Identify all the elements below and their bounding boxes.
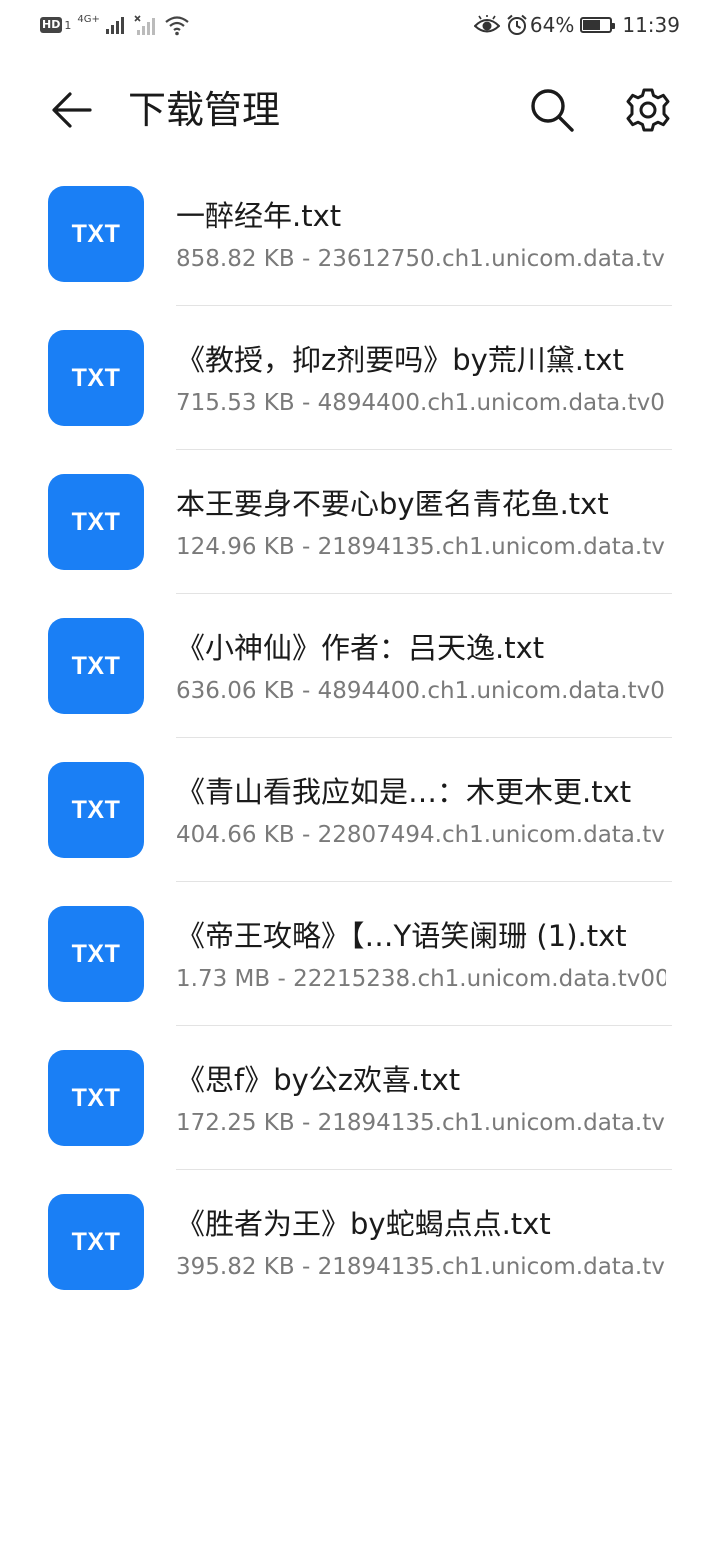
file-meta: 858.82 KB - 23612750.ch1.unicom.data.tv…	[176, 246, 666, 272]
txt-file-icon: TXT	[48, 906, 144, 1002]
file-meta: 172.25 KB - 21894135.ch1.unicom.data.tv0…	[176, 1110, 666, 1136]
sim-slot-label: 1	[64, 18, 72, 32]
file-meta: 715.53 KB - 4894400.ch1.unicom.data.tv0…	[176, 390, 666, 416]
gear-icon	[626, 88, 670, 132]
file-list-item[interactable]: TXT 《帝王攻略》【…Y语笑阑珊 (1).txt 1.73 MB - 2221…	[0, 882, 720, 1026]
signal-strength-icon	[105, 17, 124, 34]
download-list: TXT 一醉经年.txt 858.82 KB - 23612750.ch1.un…	[0, 162, 720, 1314]
search-icon	[531, 89, 574, 132]
app-bar: 下载管理	[0, 60, 720, 156]
txt-file-icon: TXT	[48, 474, 144, 570]
status-left: HD 1 4G+	[40, 12, 190, 38]
file-list-item[interactable]: TXT 一醉经年.txt 858.82 KB - 23612750.ch1.un…	[0, 162, 720, 306]
file-list-item[interactable]: TXT 本王要身不要心by匿名青花鱼.txt 124.96 KB - 21894…	[0, 450, 720, 594]
wifi-icon	[165, 16, 189, 36]
file-name: 《教授，抑z剂要吗》by荒川黛.txt	[176, 343, 624, 377]
file-list-item[interactable]: TXT 《胜者为王》by蛇蝎点点.txt 395.82 KB - 2189413…	[0, 1170, 720, 1314]
eye-comfort-icon	[473, 15, 500, 33]
hd-badge: HD	[40, 17, 63, 33]
txt-file-icon: TXT	[48, 1050, 144, 1146]
page-title: 下载管理	[128, 88, 281, 132]
status-time: 11:39	[622, 13, 680, 37]
battery-percent: 64%	[529, 13, 575, 37]
file-name: 《思f》by公z欢喜.txt	[176, 1063, 461, 1097]
file-name: 《胜者为王》by蛇蝎点点.txt	[176, 1207, 551, 1241]
file-name: 《帝王攻略》【…Y语笑阑珊 (1).txt	[176, 919, 627, 953]
status-bar: HD 1 4G+ 64% 11:39	[0, 0, 720, 50]
back-arrow-icon	[52, 92, 92, 128]
file-list-item[interactable]: TXT 《思f》by公z欢喜.txt 172.25 KB - 21894135.…	[0, 1026, 720, 1170]
file-name: 《青山看我应如是…：木更木更.txt	[176, 775, 632, 809]
file-meta: 636.06 KB - 4894400.ch1.unicom.data.tv0…	[176, 678, 666, 704]
txt-file-icon: TXT	[48, 1194, 144, 1290]
settings-button[interactable]	[620, 82, 676, 138]
network-type-label: 4G+	[77, 13, 100, 25]
file-meta: 404.66 KB - 22807494.ch1.unicom.data.tv…	[176, 822, 666, 848]
txt-file-icon: TXT	[48, 618, 144, 714]
file-list-item[interactable]: TXT 《小神仙》作者：吕天逸.txt 636.06 KB - 4894400.…	[0, 594, 720, 738]
file-name: 一醉经年.txt	[176, 199, 342, 233]
file-meta: 1.73 MB - 22215238.ch1.unicom.data.tv00…	[176, 966, 666, 992]
txt-file-icon: TXT	[48, 762, 144, 858]
txt-file-icon: TXT	[48, 186, 144, 282]
file-list-item[interactable]: TXT 《教授，抑z剂要吗》by荒川黛.txt 715.53 KB - 4894…	[0, 306, 720, 450]
file-name: 《小神仙》作者：吕天逸.txt	[176, 631, 545, 665]
search-button[interactable]	[524, 82, 580, 138]
txt-file-icon: TXT	[48, 330, 144, 426]
file-list-item[interactable]: TXT 《青山看我应如是…：木更木更.txt 404.66 KB - 22807…	[0, 738, 720, 882]
alarm-clock-icon	[507, 14, 527, 35]
status-right: 64% 11:39	[473, 12, 680, 38]
file-meta: 395.82 KB - 21894135.ch1.unicom.data.tv…	[176, 1254, 666, 1280]
signal-no-service-icon	[134, 15, 155, 35]
battery-fill	[583, 20, 601, 30]
file-meta: 124.96 KB - 21894135.ch1.unicom.data.tv0…	[176, 534, 666, 560]
file-name: 本王要身不要心by匿名青花鱼.txt	[176, 487, 609, 521]
back-button[interactable]	[44, 82, 100, 138]
battery-icon	[580, 17, 616, 33]
